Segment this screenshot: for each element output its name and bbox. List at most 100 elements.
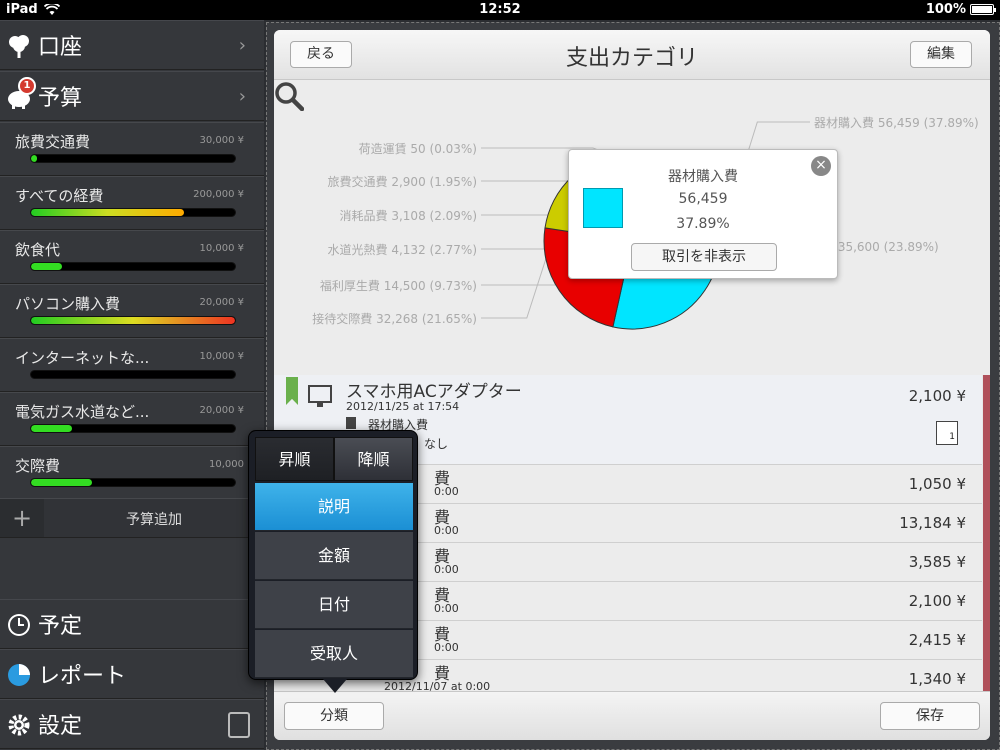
budget-progress-fill: [31, 263, 62, 270]
transaction-amount: 2,100 ¥: [908, 387, 966, 405]
tree-icon: [9, 35, 29, 58]
save-button[interactable]: 保存: [880, 702, 980, 730]
search-icon[interactable]: [274, 81, 304, 111]
budget-name: 旅費交通費: [15, 133, 91, 151]
budget-amount: 30,000 ¥: [199, 135, 244, 146]
budget-item[interactable]: 旅費交通費 30,000 ¥: [0, 122, 264, 176]
chart-area: 器材購入費 56,459 (37.89%) 地代家賃 35,600 (23.89%…: [274, 81, 990, 375]
budget-progress-track: [30, 370, 236, 379]
budget-progress-track: [30, 154, 236, 163]
transaction-title: スマホ用ACアダプター: [346, 382, 522, 402]
budget-name: 飲食代: [15, 241, 61, 259]
sidebar-item-label: 口座: [38, 35, 83, 60]
transaction-amount: 2,415 ¥: [908, 631, 966, 649]
slice-label: 器材購入費 56,459 (37.89%): [814, 116, 979, 130]
budget-progress-track: [30, 262, 236, 271]
slice-label: 福利厚生費 14,500 (9.73%): [319, 279, 477, 293]
chevron-right-icon: ›: [238, 35, 246, 56]
budget-progress-track: [30, 424, 236, 433]
budget-item[interactable]: 飲食代 10,000 ¥: [0, 230, 264, 284]
pie-chart-icon: [8, 664, 30, 686]
sidebar-item-label: 予定: [38, 614, 83, 639]
battery-icon: [970, 4, 996, 15]
budget-progress-fill: [31, 209, 184, 216]
budget-item[interactable]: すべての経費 200,000 ¥: [0, 176, 264, 230]
sidebar-item-label: レポート: [38, 664, 127, 689]
budget-progress-track: [30, 208, 236, 217]
transaction-date: 0:00: [434, 485, 459, 498]
add-budget-row[interactable]: + 予算追加: [0, 498, 264, 538]
slice-label: 水道光熱費 4,132 (2.77%): [327, 243, 477, 257]
budget-name: 電気ガス水道など...: [15, 403, 150, 421]
sort-popover: 昇順 降順 説明 金額 日付 受取人: [248, 430, 418, 693]
budget-amount: 10,000 ¥: [199, 351, 244, 362]
budget-name: すべての経費: [15, 187, 104, 205]
popup-value: 56,459: [678, 191, 728, 207]
budget-item[interactable]: インターネットな... 10,000 ¥: [0, 338, 264, 392]
sort-order-segmented: 昇順 降順: [255, 437, 413, 481]
budget-amount: 10,000: [209, 459, 244, 470]
bookmark-icon: [286, 377, 298, 405]
sidebar: 口座 › 1 予算 › 旅費交通費 30,000 ¥ すべての経費 200,000 ¥…: [0, 20, 264, 750]
add-budget-label: 予算追加: [126, 512, 182, 528]
budget-name: インターネットな...: [15, 349, 150, 367]
sort-option[interactable]: 受取人: [255, 630, 413, 678]
calculator-icon[interactable]: [228, 712, 250, 738]
slice-label: 旅費交通費 2,900 (1.95%): [327, 175, 477, 189]
popover-arrow: [323, 679, 347, 693]
classify-button[interactable]: 分類: [284, 702, 384, 730]
slice-label: 荷造運賃 50 (0.03%): [358, 142, 477, 156]
budget-progress-fill: [31, 479, 93, 486]
sort-option[interactable]: 日付: [255, 581, 413, 629]
edit-button[interactable]: 編集: [910, 41, 972, 68]
sidebar-item-accounts[interactable]: 口座 ›: [0, 20, 264, 70]
sort-option[interactable]: 説明: [255, 483, 413, 531]
sidebar-item-settings[interactable]: 設定: [0, 699, 264, 749]
budget-item[interactable]: パソコン購入費 20,000 ¥: [0, 284, 264, 338]
transaction-amount: 2,100 ¥: [908, 592, 966, 610]
budget-item[interactable]: 電気ガス水道など... 20,000 ¥: [0, 392, 264, 446]
budget-name: 交際費: [15, 457, 61, 475]
page-title: 支出カテゴリ: [565, 46, 698, 71]
status-right: 100%: [925, 2, 996, 17]
budget-amount: 10,000 ¥: [199, 243, 244, 254]
transaction-amount: 1,340 ¥: [908, 670, 966, 688]
budget-progress-track: [30, 478, 236, 487]
budget-name: パソコン購入費: [15, 295, 121, 313]
attachment-icon[interactable]: 1: [936, 421, 958, 445]
transaction-amount: 3,585 ¥: [908, 553, 966, 571]
budget-amount: 20,000 ¥: [199, 297, 244, 308]
transaction-date: 0:00: [434, 641, 459, 654]
notification-badge: 1: [18, 77, 36, 95]
sort-option[interactable]: 金額: [255, 532, 413, 580]
sidebar-item-budget[interactable]: 1 予算 ›: [0, 71, 264, 121]
battery-percent: 100%: [925, 2, 966, 17]
sidebar-item-schedule[interactable]: 予定: [0, 599, 264, 649]
transaction-payee: なし: [424, 437, 449, 451]
category-icon: [346, 417, 356, 429]
navbar: 戻る 支出カテゴリ 編集: [274, 30, 990, 80]
bottom-toolbar: 分類 保存: [274, 691, 990, 740]
transaction-date: 0:00: [434, 563, 459, 576]
attachment-count: 1: [949, 432, 955, 442]
popup-percent: 37.89%: [676, 216, 730, 232]
budget-item[interactable]: 交際費 10,000: [0, 446, 264, 500]
chevron-right-icon: ›: [238, 86, 246, 107]
gear-icon: [8, 714, 30, 736]
sidebar-item-report[interactable]: レポート: [0, 649, 264, 699]
transaction-date: 0:00: [434, 524, 459, 537]
sort-ascending-tab[interactable]: 昇順: [255, 437, 334, 481]
clock-icon: [8, 614, 30, 636]
slice-popup: × 器材購入費 56,459 37.89% 取引を非表示: [568, 149, 838, 279]
budget-amount: 200,000 ¥: [193, 189, 244, 200]
slice-label: 消耗品費 3,108 (2.09%): [339, 209, 477, 223]
transaction-amount: 1,050 ¥: [908, 475, 966, 493]
status-bar: iPad 12:52 100%: [0, 0, 1000, 20]
plus-icon[interactable]: +: [0, 499, 44, 537]
sidebar-item-label: 設定: [38, 714, 83, 739]
monitor-icon: [308, 385, 332, 407]
list-scroll-indicator: [983, 375, 990, 691]
transaction-date: 2012/11/25 at 17:54: [346, 400, 460, 413]
hide-transaction-button[interactable]: 取引を非表示: [631, 243, 777, 271]
sort-descending-tab[interactable]: 降順: [334, 437, 413, 481]
